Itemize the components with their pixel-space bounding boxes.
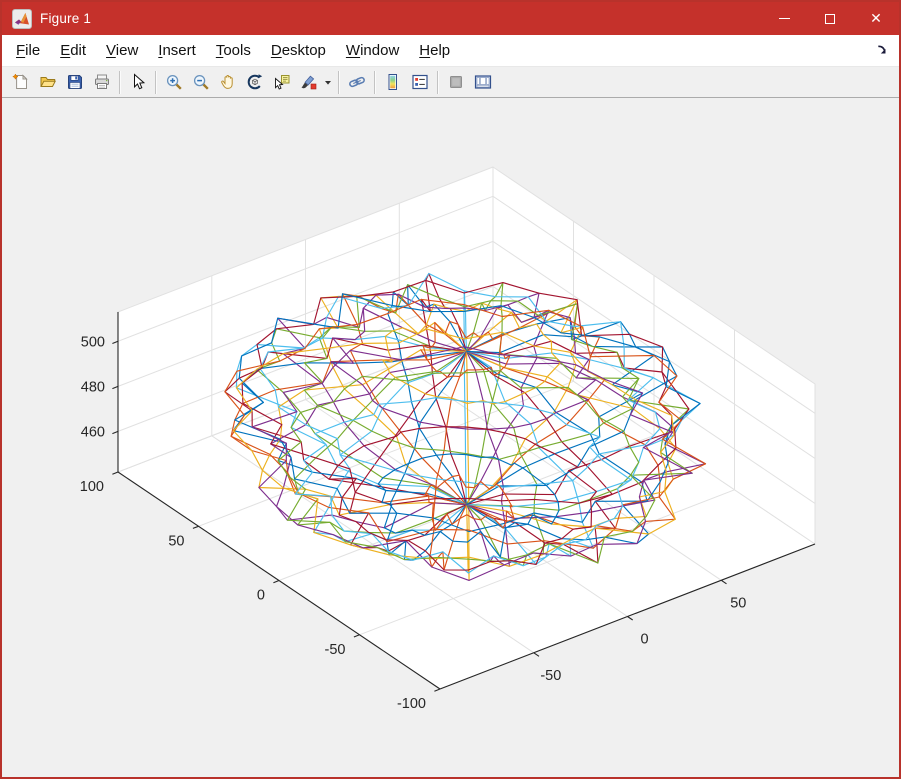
minimize-button[interactable] [761,2,807,35]
edit-plot-icon [129,73,147,91]
toolbar-separator [155,71,156,94]
zoom-out-icon [192,73,210,91]
menu-item-desktop[interactable]: Desktop [261,37,336,64]
brush-dropdown-button[interactable] [322,69,334,95]
open-file-icon [39,73,57,91]
maximize-icon [825,14,835,24]
dock-figure-button[interactable] [873,41,891,59]
maximize-button[interactable] [807,2,853,35]
hide-plot-tools-icon [447,73,465,91]
svg-text:100: 100 [80,479,104,495]
brush-data-icon [300,73,318,91]
save-figure-icon [66,73,84,91]
insert-legend-icon [411,73,429,91]
menu-item-file[interactable]: File [6,37,50,64]
dock-arrow-icon [876,44,889,57]
brush-data-button[interactable] [295,69,322,95]
window-title: Figure 1 [40,11,91,26]
svg-text:-50: -50 [325,642,346,658]
rotate-3d-icon [246,73,264,91]
link-plots-icon [348,73,366,91]
menu-item-tools[interactable]: Tools [206,37,261,64]
rotate-3d-button[interactable] [241,69,268,95]
svg-text:-100: -100 [397,696,426,712]
svg-text:0: 0 [257,588,265,604]
menu-item-edit[interactable]: Edit [50,37,96,64]
toolbar-separator [437,71,438,94]
show-plot-tools-icon [474,73,492,91]
title-bar[interactable]: Figure 1 ✕ [2,2,899,35]
insert-colorbar-button[interactable] [379,69,406,95]
figure-canvas: -50050100500-50-100460480500 [2,98,899,776]
svg-text:-50: -50 [540,668,561,684]
toolbar-separator [338,71,339,94]
menu-item-help[interactable]: Help [409,37,460,64]
close-icon: ✕ [870,12,882,26]
svg-text:50: 50 [730,595,746,611]
svg-text:50: 50 [168,533,184,549]
edit-plot-button[interactable] [124,69,151,95]
menu-item-window[interactable]: Window [336,37,409,64]
pan-button[interactable] [214,69,241,95]
menu-item-insert[interactable]: Insert [148,37,206,64]
toolbar-separator [374,71,375,94]
pan-icon [219,73,237,91]
svg-text:0: 0 [640,632,648,648]
link-plots-button[interactable] [343,69,370,95]
menu-bar: FileEditViewInsertToolsDesktopWindowHelp [2,35,899,67]
new-figure-button[interactable] [7,69,34,95]
data-cursor-icon [273,73,291,91]
matlab-logo-icon [12,9,32,29]
brush-dropdown-icon [324,73,332,91]
insert-colorbar-icon [384,73,402,91]
zoom-in-button[interactable] [160,69,187,95]
save-figure-button[interactable] [61,69,88,95]
show-plot-tools-button[interactable] [469,69,496,95]
close-button[interactable]: ✕ [853,2,899,35]
svg-text:500: 500 [81,334,105,350]
new-figure-icon [12,73,30,91]
data-cursor-button[interactable] [268,69,295,95]
open-file-button[interactable] [34,69,61,95]
figure-plot[interactable]: -50050100500-50-100460480500 [2,98,899,776]
svg-text:480: 480 [81,379,105,395]
print-figure-icon [93,73,111,91]
svg-text:460: 460 [81,424,105,440]
zoom-in-icon [165,73,183,91]
minimize-icon [779,18,790,19]
zoom-out-button[interactable] [187,69,214,95]
insert-legend-button[interactable] [406,69,433,95]
figure-window: Figure 1 ✕ FileEditViewInsertToolsDeskto… [0,0,901,779]
hide-plot-tools-button[interactable] [442,69,469,95]
menu-item-view[interactable]: View [96,37,148,64]
figure-toolbar [2,67,899,98]
toolbar-separator [119,71,120,94]
print-figure-button[interactable] [88,69,115,95]
